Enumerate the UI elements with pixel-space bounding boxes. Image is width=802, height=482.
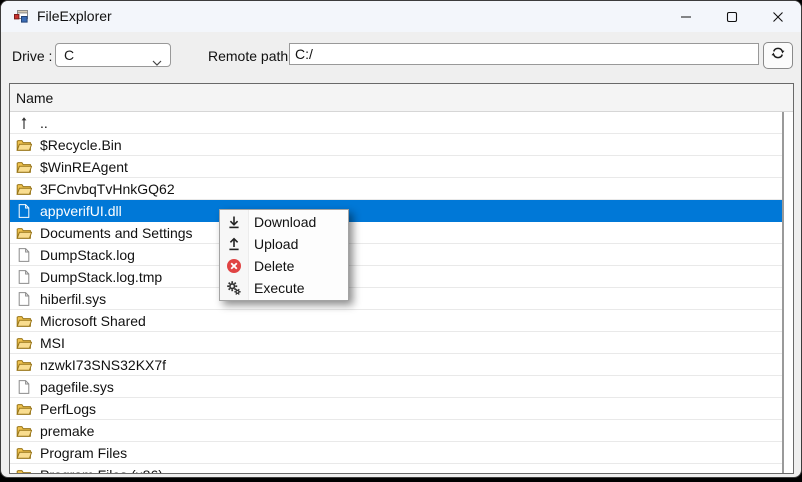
file-icon [16,379,32,395]
chevron-down-icon [152,53,162,69]
list-item[interactable]: nzwkI73SNS32KX7f [10,354,782,376]
upload-icon [226,236,242,252]
close-button[interactable] [755,1,801,32]
file-explorer-window: FileExplorer Drive : C Remote path : Nam… [0,0,802,478]
context-menu-item-execute[interactable]: Execute [220,277,348,299]
file-icon [16,291,32,307]
context-menu: Download Upload Delete Execute [219,209,349,301]
list-item[interactable]: PerfLogs [10,398,782,420]
list-item[interactable]: DumpStack.log [10,244,782,266]
list-item[interactable]: Program Files [10,442,782,464]
folder-icon [16,357,32,373]
folder-icon [16,137,32,153]
minimize-button[interactable] [663,1,709,32]
list-item[interactable]: Microsoft Shared [10,310,782,332]
list-item[interactable]: 3FCnvbqTvHnkGQ62 [10,178,782,200]
folder-icon [16,225,32,241]
list-item-parent-dir[interactable]: .. [10,112,782,134]
remote-path-input[interactable] [289,43,759,65]
list-item[interactable]: hiberfil.sys [10,288,782,310]
app-icon [13,8,29,24]
remote-path-label: Remote path : [208,48,296,64]
close-icon [772,11,784,23]
drive-value: C [64,47,74,63]
file-list: Name .. $Recycle.Bin $WinREAgent 3FCnvbq… [9,83,794,474]
list-item[interactable]: DumpStack.log.tmp [10,266,782,288]
file-icon [16,203,32,219]
list-item[interactable]: Program Files (x86) [10,464,782,474]
column-divider [782,112,784,473]
list-item[interactable]: $Recycle.Bin [10,134,782,156]
folder-icon [16,445,32,461]
file-icon [16,269,32,285]
list-item[interactable]: $WinREAgent [10,156,782,178]
execute-icon [226,280,242,296]
list-item-selected[interactable]: appverifUI.dll [10,200,782,222]
folder-icon [16,335,32,351]
context-menu-item-upload[interactable]: Upload [220,233,348,255]
file-icon [16,247,32,263]
list-item[interactable]: Documents and Settings [10,222,782,244]
download-icon [226,214,242,230]
list-item[interactable]: MSI [10,332,782,354]
column-header-name[interactable]: Name [10,84,793,112]
delete-icon [226,258,242,274]
drive-label: Drive : [12,48,52,64]
list-item[interactable]: pagefile.sys [10,376,782,398]
drive-select[interactable]: C [55,43,171,67]
folder-icon [16,159,32,175]
folder-icon [16,313,32,329]
title-bar: FileExplorer [1,1,801,32]
context-menu-item-delete[interactable]: Delete [220,255,348,277]
maximize-button[interactable] [709,1,755,32]
folder-icon [16,467,32,475]
minimize-icon [680,11,692,23]
window-title: FileExplorer [37,8,112,24]
refresh-icon [770,45,786,66]
up-arrow-icon [16,115,32,131]
list-item[interactable]: premake [10,420,782,442]
refresh-button[interactable] [763,42,793,69]
folder-icon [16,401,32,417]
folder-icon [16,423,32,439]
folder-icon [16,181,32,197]
maximize-icon [726,11,738,23]
context-menu-item-download[interactable]: Download [220,211,348,233]
